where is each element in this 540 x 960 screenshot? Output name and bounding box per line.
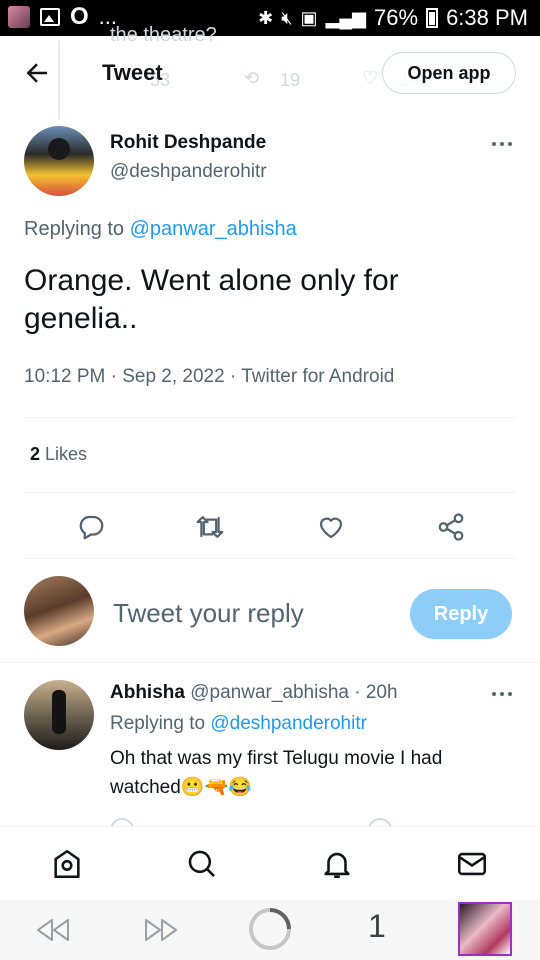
reply-author-avatar[interactable] [24,680,94,750]
notification-avatar-icon [8,6,30,28]
previous-tweet-text: the theatre? [110,24,217,46]
replying-to-mention[interactable]: @panwar_abhisha [130,218,297,240]
reply-text-line: Oh that was my first Telugu movie I had [110,748,443,769]
author-avatar[interactable] [24,126,94,196]
likes-summary[interactable]: 2 Likes [30,444,87,465]
author-name[interactable]: Rohit Deshpande [110,132,266,154]
my-avatar[interactable] [24,576,94,646]
messages-envelope-icon[interactable] [455,847,489,881]
loading-spinner-icon[interactable] [247,906,293,952]
status-bar: O ... ✱ 🔇︎ ▣ ▂▄▆ 76% 6:38 PM [0,0,540,36]
battery-percent: 76% [374,5,419,30]
notifications-bell-icon[interactable] [320,847,354,881]
battery-icon [426,8,439,28]
browser-forward-icon[interactable] [140,916,180,944]
clock: 6:38 PM [446,5,528,30]
more-options-icon[interactable] [490,134,514,154]
like-icon[interactable] [316,512,346,542]
avatar-head [48,138,70,160]
reply-text-word: watched [110,777,181,798]
reply-input[interactable]: Tweet your reply [113,598,304,629]
mute-icon: 🔇︎ [281,7,293,28]
tweet-meta[interactable]: 10:12 PM · Sep 2, 2022 · Twitter for And… [24,366,394,388]
reply-text-line: watched😬🔫😂 [110,773,510,802]
likes-label: Likes [45,444,88,464]
reply-text: Oh that was my first Telugu movie I had … [110,744,510,802]
reply-author-handle[interactable]: @panwar_abhisha [190,682,349,703]
open-app-button[interactable]: Open app [382,52,516,94]
likes-count: 2 [30,444,41,464]
tweet-text: Orange. Went alone only for genelia.. [24,264,399,335]
signal-icon: ▂▄▆ [325,7,367,28]
ghost-like-icon: ♡ [362,68,379,88]
ghost-retweet-count: 19 [280,70,301,90]
data-icon: ▣ [300,7,318,28]
divider [0,662,540,663]
reply-replying-to-line: Replying to @deshpanderohitr [110,713,367,735]
notification-letter: O [70,3,89,30]
reply-more-options-icon[interactable] [490,684,514,704]
page-title: Tweet [102,60,163,85]
gallery-icon [40,8,60,26]
divider [24,417,516,418]
bluetooth-icon: ✱ [258,7,274,28]
profile-thumbnail[interactable] [458,902,512,956]
retweet-icon[interactable] [194,512,226,542]
divider [24,492,516,493]
reply-author-name[interactable]: Abhisha [110,682,185,703]
emoji-sequence: 😬🔫😂 [180,777,252,798]
author-handle[interactable]: @deshpanderohitr [110,161,267,183]
replying-to-label: Replying to [110,713,211,734]
share-icon[interactable] [436,512,466,542]
reply-author-line: Abhisha @panwar_abhisha · 20h [110,682,398,704]
reply-actions-peek [110,816,520,826]
browser-back-icon[interactable] [34,916,74,944]
browser-toolbar: 1 [0,900,540,960]
ghost-retweet-icon: ⟲ [244,68,260,88]
tab-count[interactable]: 1 [368,908,386,945]
divider [24,558,516,559]
bottom-nav [0,826,540,901]
reply-time[interactable]: · 20h [354,682,397,703]
back-arrow-icon[interactable] [22,58,52,88]
replying-to-mention[interactable]: @deshpanderohitr [210,713,367,734]
avatar-figure [52,690,66,734]
replying-to-line: Replying to @panwar_abhisha [24,218,297,241]
reply-icon[interactable] [76,512,106,542]
thread-line [58,40,60,120]
search-icon[interactable] [185,847,219,881]
reply-button[interactable]: Reply [410,589,512,639]
replying-to-label: Replying to [24,218,130,240]
home-icon[interactable] [50,847,84,881]
